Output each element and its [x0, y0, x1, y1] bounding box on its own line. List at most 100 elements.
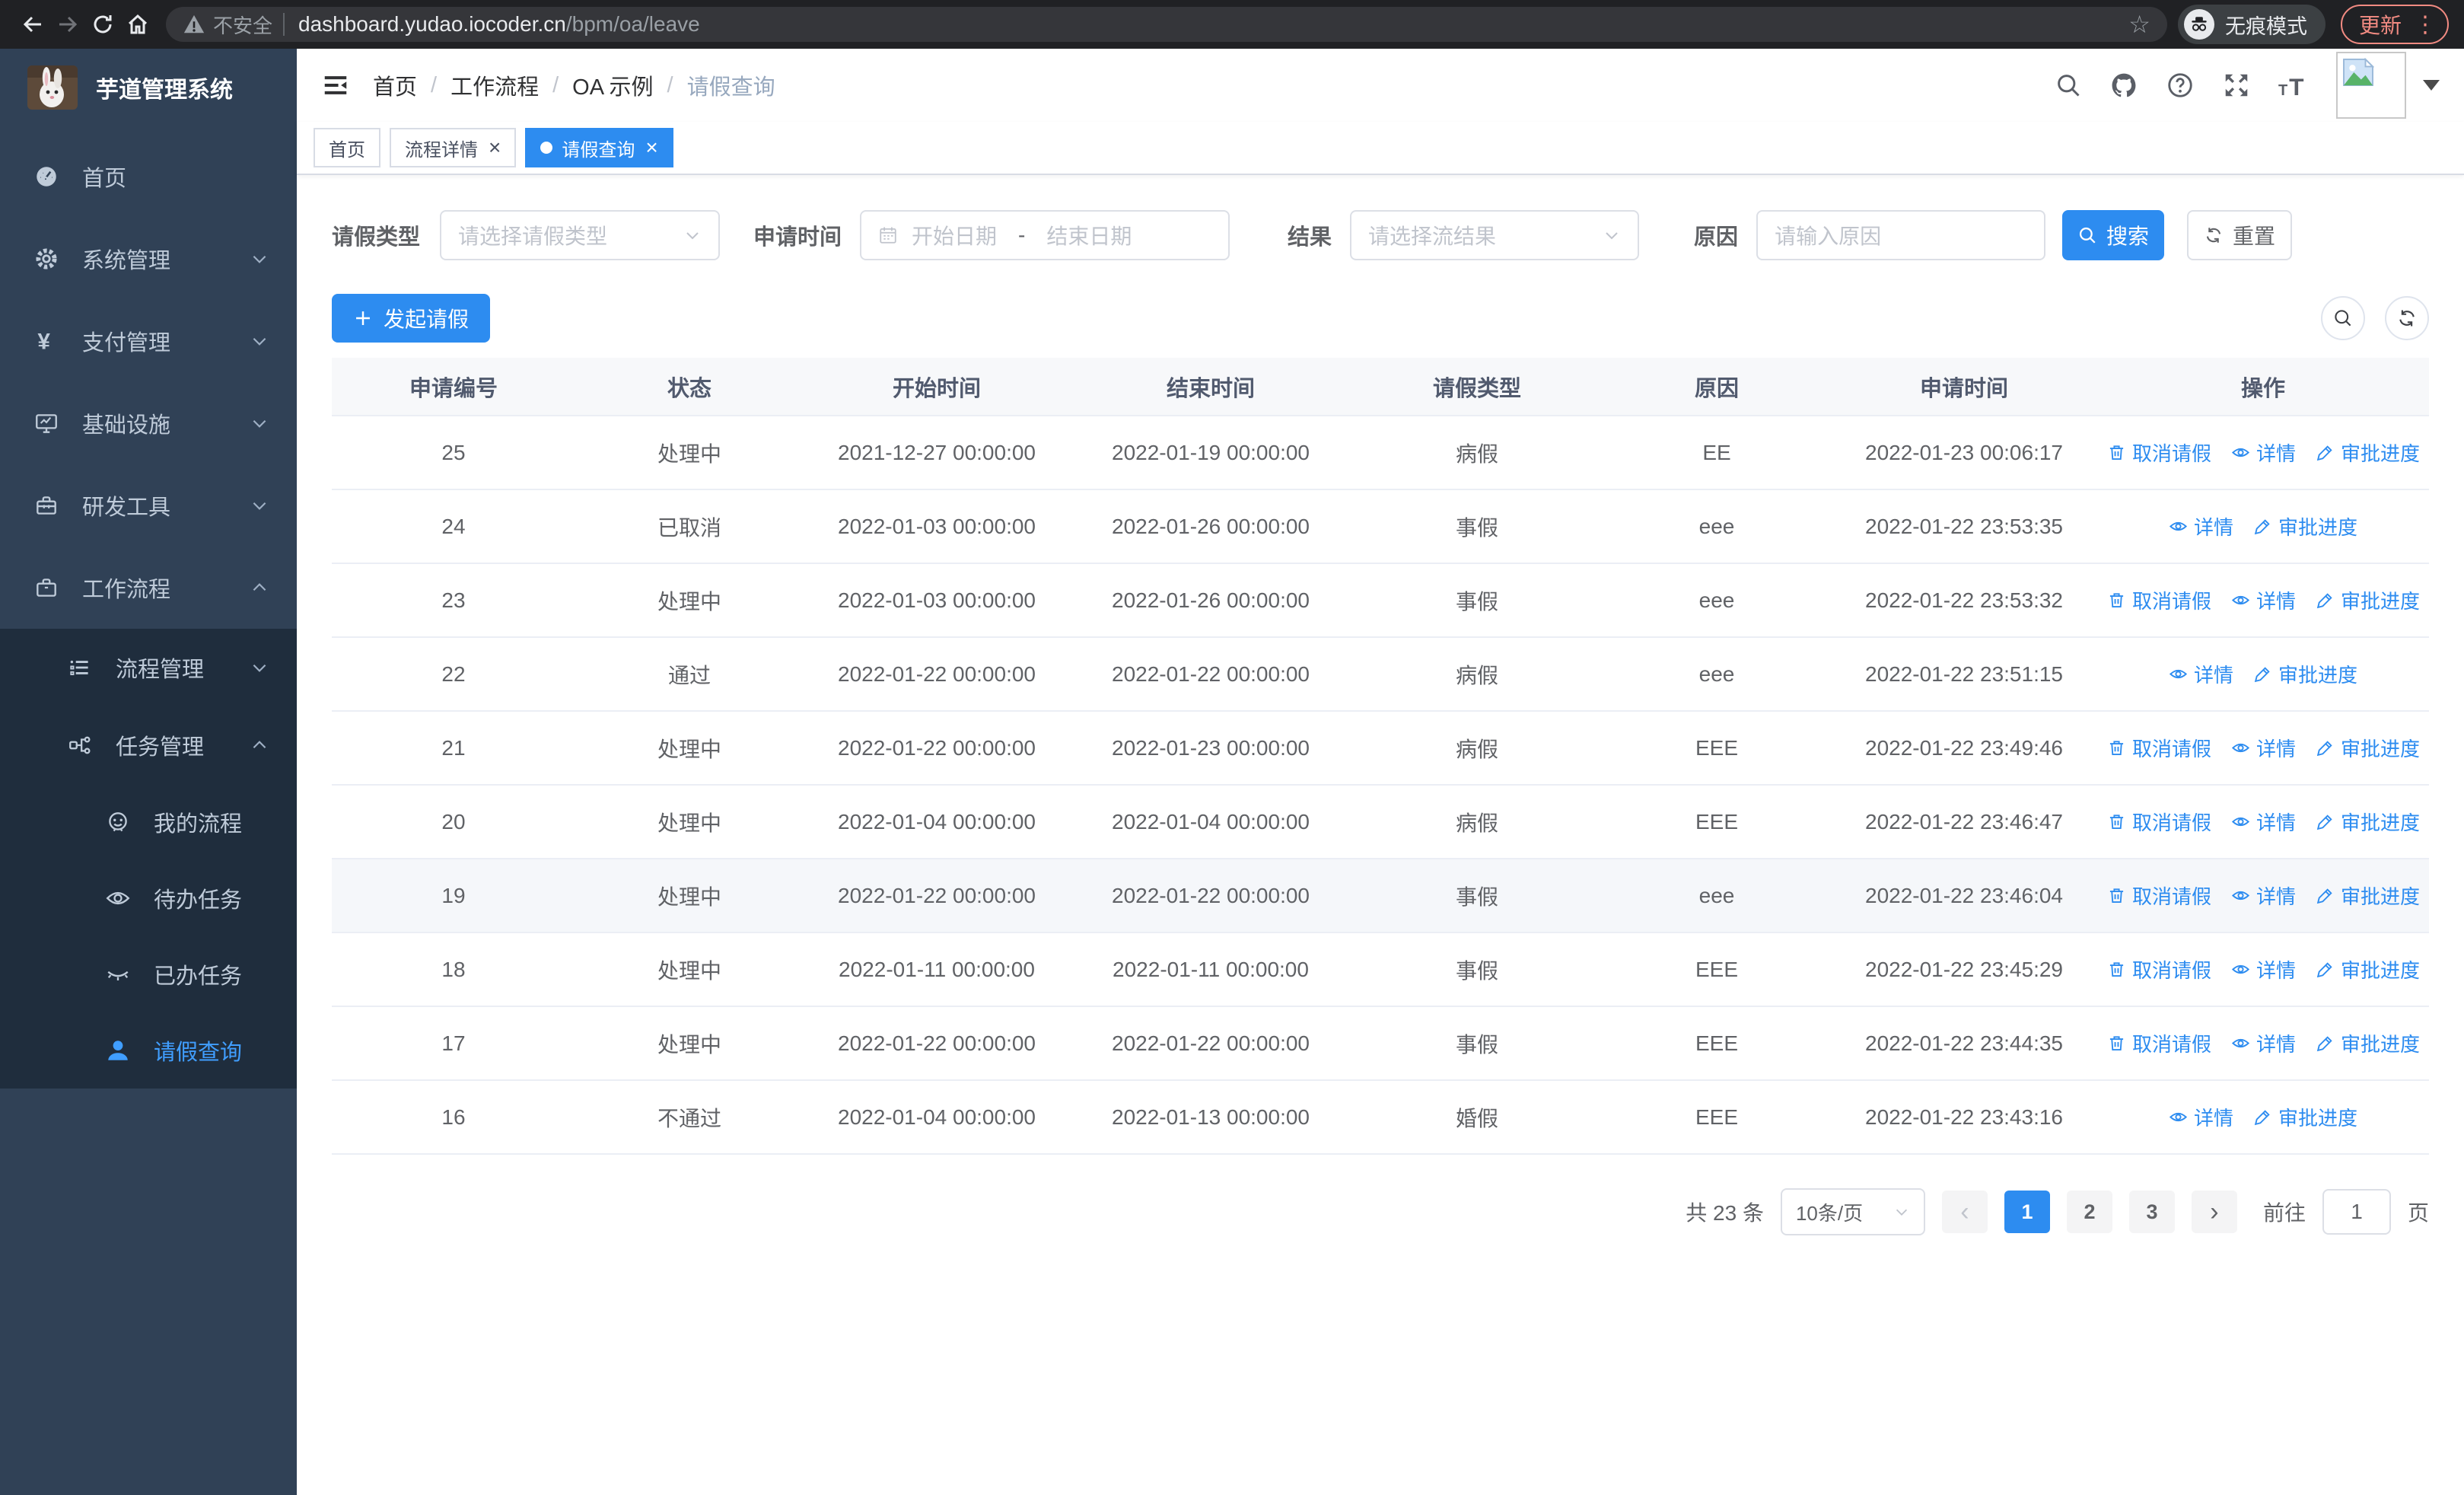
search-button[interactable]: 搜索	[2062, 210, 2165, 260]
sidebar-item-工作流程[interactable]: 工作流程	[0, 547, 297, 629]
create-leave-button[interactable]: 发起请假	[332, 294, 491, 343]
breadcrumb-separator: /	[667, 72, 673, 97]
table-row: 25 处理中 2021-12-27 00:00:00 2022-01-19 00:00…	[332, 416, 2429, 490]
url-host[interactable]: dashboard.yudao.iocoder.cn	[298, 12, 566, 37]
breadcrumb-item[interactable]: OA 示例	[572, 69, 653, 101]
sidebar-item-label: 待办任务	[154, 888, 243, 913]
cancel-link[interactable]: 取消请假	[2107, 1029, 2211, 1057]
fullscreen-icon[interactable]	[2222, 71, 2251, 100]
reset-button[interactable]: 重置	[2187, 210, 2293, 260]
close-tab-icon[interactable]: ×	[645, 137, 657, 158]
sidebar-item-系统管理[interactable]: 系统管理	[0, 218, 297, 300]
sidebar-item-请假查询[interactable]: 请假查询	[0, 1012, 297, 1089]
detail-link[interactable]: 详情	[2231, 955, 2296, 983]
breadcrumb-item[interactable]: 首页	[373, 69, 417, 101]
browser-menu-icon[interactable]: ⋮	[2414, 11, 2437, 38]
goto-page-input[interactable]	[2322, 1189, 2391, 1235]
detail-link[interactable]: 详情	[2169, 1103, 2233, 1131]
progress-link[interactable]: 审批进度	[2253, 1103, 2357, 1131]
sidebar-item-label: 基础设施	[82, 413, 171, 438]
result-select[interactable]: 请选择流结果	[1350, 210, 1640, 260]
browser-reload-icon[interactable]	[85, 7, 120, 42]
progress-link[interactable]: 审批进度	[2316, 955, 2420, 983]
sidebar-item-已办任务[interactable]: 已办任务	[0, 936, 297, 1012]
progress-link[interactable]: 审批进度	[2316, 808, 2420, 836]
apply-time-range-picker[interactable]: 开始日期 - 结束日期	[860, 210, 1230, 260]
detail-link[interactable]: 详情	[2231, 881, 2296, 910]
detail-link[interactable]: 详情	[2169, 660, 2233, 688]
user-icon	[102, 1038, 134, 1063]
page-button-2[interactable]: 2	[2066, 1191, 2112, 1233]
cancel-link[interactable]: 取消请假	[2107, 586, 2211, 614]
cancel-link[interactable]: 取消请假	[2107, 955, 2211, 983]
cancel-link[interactable]: 取消请假	[2107, 808, 2211, 836]
sidebar-logo[interactable]: 芋道管理系统	[0, 49, 297, 126]
sidebar-item-我的流程[interactable]: 我的流程	[0, 784, 297, 860]
refresh-table-button[interactable]	[2385, 296, 2429, 340]
row-actions: 取消请假 详情 审批进度	[2097, 859, 2429, 933]
tree-icon	[64, 732, 96, 758]
progress-link[interactable]: 审批进度	[2253, 512, 2357, 540]
column-header: 申请编号	[332, 358, 575, 416]
sidebar-item-基础设施[interactable]: 基础设施	[0, 382, 297, 464]
tab-流程详情[interactable]: 流程详情 ×	[390, 128, 517, 167]
progress-link[interactable]: 审批进度	[2253, 660, 2357, 688]
avatar-dropdown-icon[interactable]	[2423, 80, 2440, 91]
page-button-3[interactable]: 3	[2128, 1191, 2175, 1233]
detail-link[interactable]: 详情	[2231, 586, 2296, 614]
close-tab-icon[interactable]: ×	[489, 137, 501, 158]
sidebar-item-待办任务[interactable]: 待办任务	[0, 860, 297, 936]
date-start-placeholder: 开始日期	[912, 225, 998, 248]
row-actions: 取消请假 详情 审批进度	[2097, 563, 2429, 638]
table-row: 23 处理中 2022-01-03 00:00:00 2022-01-26 00:00…	[332, 563, 2429, 638]
font-size-icon[interactable]: TT	[2278, 71, 2309, 100]
goto-page-suffix: 页	[2407, 1201, 2429, 1225]
progress-link[interactable]: 审批进度	[2316, 438, 2420, 467]
sidebar-item-支付管理[interactable]: ¥ 支付管理	[0, 300, 297, 382]
leave-type-select[interactable]: 请选择请假类型	[440, 210, 721, 260]
cancel-link[interactable]: 取消请假	[2107, 734, 2211, 762]
github-icon[interactable]	[2109, 71, 2138, 100]
prev-page-button[interactable]: ‹	[1941, 1191, 1988, 1233]
sidebar-item-流程管理[interactable]: 流程管理	[0, 629, 297, 706]
progress-link[interactable]: 审批进度	[2316, 1029, 2420, 1057]
browser-home-icon[interactable]	[120, 7, 155, 42]
pencil-icon	[2316, 960, 2335, 979]
url-path[interactable]: /bpm/oa/leave	[566, 12, 700, 37]
help-icon[interactable]	[2166, 71, 2195, 100]
not-secure-label[interactable]: 不安全	[213, 11, 272, 39]
progress-link[interactable]: 审批进度	[2316, 881, 2420, 910]
browser-forward-icon[interactable]	[50, 7, 85, 42]
bookmark-star-icon[interactable]: ☆	[2128, 10, 2150, 39]
page-button-1[interactable]: 1	[2004, 1191, 2050, 1233]
header-search-icon[interactable]	[2055, 72, 2082, 99]
reason-input[interactable]: 请输入原因	[1756, 210, 2046, 260]
sidebar-item-任务管理[interactable]: 任务管理	[0, 706, 297, 784]
detail-link[interactable]: 详情	[2231, 734, 2296, 762]
progress-link[interactable]: 审批进度	[2316, 586, 2420, 614]
progress-link[interactable]: 审批进度	[2316, 734, 2420, 762]
detail-link[interactable]: 详情	[2231, 438, 2296, 467]
breadcrumb-item[interactable]: 工作流程	[450, 69, 539, 101]
next-page-button[interactable]: ›	[2191, 1191, 2237, 1233]
browser-back-icon[interactable]	[15, 7, 50, 42]
table-cell: 20	[332, 785, 575, 859]
page-size-select[interactable]: 10条/页	[1780, 1188, 1925, 1235]
cancel-link[interactable]: 取消请假	[2107, 881, 2211, 910]
sidebar-collapse-icon[interactable]	[321, 71, 350, 100]
not-secure-warning-icon[interactable]	[183, 13, 205, 36]
table-cell: EE	[1603, 416, 1831, 490]
sidebar-item-首页[interactable]: 首页	[0, 135, 297, 218]
show-search-button[interactable]	[2321, 296, 2365, 340]
detail-link[interactable]: 详情	[2231, 1029, 2296, 1057]
detail-link[interactable]: 详情	[2231, 808, 2296, 836]
browser-update-button[interactable]: 更新 ⋮	[2340, 5, 2449, 44]
cancel-link[interactable]: 取消请假	[2107, 438, 2211, 467]
tab-首页[interactable]: 首页	[314, 128, 380, 167]
avatar[interactable]	[2336, 52, 2406, 119]
detail-link[interactable]: 详情	[2169, 512, 2233, 540]
sidebar-item-研发工具[interactable]: 研发工具	[0, 464, 297, 547]
tab-请假查询[interactable]: 请假查询 ×	[525, 128, 673, 167]
table-cell: 2022-01-22 23:53:32	[1831, 563, 2097, 638]
address-bar[interactable]: 不安全 dashboard.yudao.iocoder.cn /bpm/oa/l…	[166, 7, 2167, 42]
